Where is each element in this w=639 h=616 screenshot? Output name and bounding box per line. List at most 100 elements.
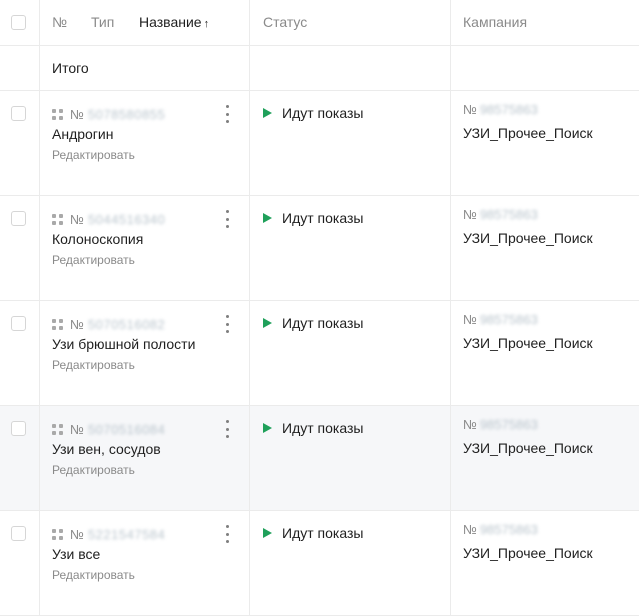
row-divider — [0, 510, 639, 511]
ad-name[interactable]: Узи вен, сосудов — [52, 441, 161, 457]
total-row: Итого — [0, 45, 639, 90]
ad-id: № 5221547584 — [52, 526, 165, 542]
row-divider — [0, 300, 639, 301]
table-row: № 5078580855 Андрогин Редактировать Идут… — [0, 90, 639, 195]
grid-icon — [52, 423, 63, 435]
campaign-id: № 98575863 — [463, 522, 538, 537]
ad-id-value: 5070516084 — [87, 421, 166, 437]
ad-id-prefix: № — [70, 106, 84, 122]
edit-link[interactable]: Редактировать — [52, 463, 135, 477]
status-badge: Идут показы — [263, 210, 363, 226]
ad-id-prefix: № — [70, 421, 84, 437]
column-status-header[interactable]: Статус — [263, 14, 307, 30]
campaign-id: № 98575863 — [463, 312, 538, 327]
grid-icon — [52, 528, 63, 540]
status-badge: Идут показы — [263, 105, 363, 121]
status-text: Идут показы — [282, 105, 364, 121]
ad-id-prefix: № — [70, 316, 84, 332]
ad-name[interactable]: Узи все — [52, 546, 100, 562]
play-icon — [263, 318, 272, 328]
ad-id-value: 5221547584 — [87, 526, 166, 542]
play-icon — [263, 213, 272, 223]
status-text: Идут показы — [282, 210, 364, 226]
ad-id-prefix: № — [70, 526, 84, 542]
campaign-id-prefix: № — [463, 417, 477, 432]
table-row: № 5070516082 Узи брюшной полости Редакти… — [0, 300, 639, 405]
play-icon — [263, 528, 272, 538]
kebab-menu-icon[interactable] — [222, 315, 232, 333]
row-divider — [0, 195, 639, 196]
total-label: Итого — [52, 60, 89, 76]
campaign-id-prefix: № — [463, 522, 477, 537]
ad-id: № 5078580855 — [52, 106, 165, 122]
campaign-id-value: 98575863 — [479, 312, 538, 327]
column-type-header[interactable]: Тип — [91, 14, 114, 30]
row-divider — [0, 45, 639, 46]
campaign-name[interactable]: УЗИ_Прочее_Поиск — [463, 230, 593, 246]
ad-id-value: 5078580855 — [87, 106, 166, 122]
status-badge: Идут показы — [263, 420, 363, 436]
ad-id: № 5070516084 — [52, 421, 165, 437]
campaign-id-value: 98575863 — [479, 522, 538, 537]
status-text: Идут показы — [282, 315, 364, 331]
row-checkbox[interactable] — [11, 526, 26, 541]
ad-name[interactable]: Андрогин — [52, 126, 113, 142]
ad-id-prefix: № — [70, 211, 84, 227]
play-icon — [263, 423, 272, 433]
column-divider — [39, 0, 40, 616]
kebab-menu-icon[interactable] — [222, 105, 232, 123]
table-row: № 5044516340 Колоноскопия Редактировать … — [0, 195, 639, 300]
campaign-id: № 98575863 — [463, 207, 538, 222]
campaign-id-value: 98575863 — [479, 102, 538, 117]
column-campaign-header[interactable]: Кампания — [463, 14, 527, 30]
status-badge: Идут показы — [263, 315, 363, 331]
table-header: № Тип Название ↑ Статус Кампания — [0, 0, 639, 45]
select-all-checkbox[interactable] — [11, 15, 26, 30]
ad-id: № 5044516340 — [52, 211, 165, 227]
grid-icon — [52, 108, 63, 120]
campaign-id-value: 98575863 — [479, 417, 538, 432]
ad-name[interactable]: Колоноскопия — [52, 231, 143, 247]
campaign-name[interactable]: УЗИ_Прочее_Поиск — [463, 335, 593, 351]
sort-ascending-icon: ↑ — [203, 18, 210, 30]
row-checkbox[interactable] — [11, 316, 26, 331]
campaign-id-prefix: № — [463, 312, 477, 327]
ads-table: № Тип Название ↑ Статус Кампания Итого № … — [0, 0, 639, 616]
play-icon — [263, 108, 272, 118]
kebab-menu-icon[interactable] — [222, 210, 232, 228]
row-checkbox[interactable] — [11, 211, 26, 226]
column-divider — [450, 0, 451, 616]
row-checkbox[interactable] — [11, 421, 26, 436]
edit-link[interactable]: Редактировать — [52, 253, 135, 267]
row-divider — [0, 90, 639, 91]
kebab-menu-icon[interactable] — [222, 420, 232, 438]
ad-name[interactable]: Узи брюшной полости — [52, 336, 195, 352]
ad-id-value: 5070516082 — [87, 316, 166, 332]
edit-link[interactable]: Редактировать — [52, 358, 135, 372]
column-name-header[interactable]: Название ↑ — [139, 14, 209, 30]
row-checkbox[interactable] — [11, 106, 26, 121]
table-row: № 5070516084 Узи вен, сосудов Редактиров… — [0, 405, 639, 510]
grid-icon — [52, 318, 63, 330]
column-name-label: Название — [139, 14, 202, 30]
row-divider — [0, 405, 639, 406]
status-text: Идут показы — [282, 525, 364, 541]
grid-icon — [52, 213, 63, 225]
status-badge: Идут показы — [263, 525, 363, 541]
table-row: № 5221547584 Узи все Редактировать Идут … — [0, 510, 639, 615]
column-number-header[interactable]: № — [52, 14, 67, 30]
campaign-name[interactable]: УЗИ_Прочее_Поиск — [463, 440, 593, 456]
kebab-menu-icon[interactable] — [222, 525, 232, 543]
campaign-id-value: 98575863 — [479, 207, 538, 222]
edit-link[interactable]: Редактировать — [52, 568, 135, 582]
campaign-name[interactable]: УЗИ_Прочее_Поиск — [463, 545, 593, 561]
edit-link[interactable]: Редактировать — [52, 148, 135, 162]
campaign-id-prefix: № — [463, 102, 477, 117]
ad-id-value: 5044516340 — [87, 211, 166, 227]
campaign-id-prefix: № — [463, 207, 477, 222]
campaign-id: № 98575863 — [463, 417, 538, 432]
campaign-name[interactable]: УЗИ_Прочее_Поиск — [463, 125, 593, 141]
column-divider — [249, 0, 250, 616]
ad-id: № 5070516082 — [52, 316, 165, 332]
status-text: Идут показы — [282, 420, 364, 436]
